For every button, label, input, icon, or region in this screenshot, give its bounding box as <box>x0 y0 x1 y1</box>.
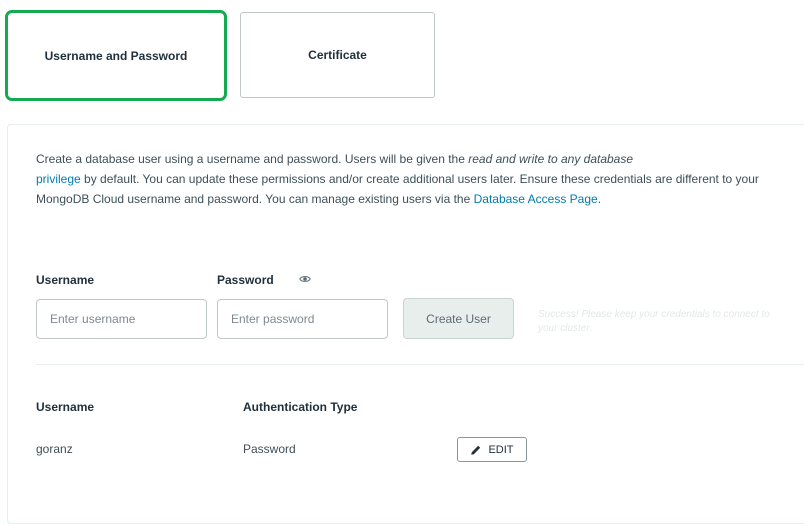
username-input[interactable] <box>36 299 207 339</box>
description-text: by default. You can update these permiss… <box>36 172 759 206</box>
description-text: . <box>597 192 602 206</box>
password-input[interactable] <box>217 299 388 339</box>
description-text: Create a database user using a username … <box>36 152 469 166</box>
privilege-link[interactable]: privilege <box>36 172 81 186</box>
tab-label: Certificate <box>308 48 367 62</box>
edit-label: EDIT <box>488 443 514 456</box>
divider <box>36 364 804 365</box>
username-label: Username <box>36 273 95 287</box>
column-header-authentication-type: Authentication Type <box>243 400 358 414</box>
column-header-username: Username <box>36 400 95 414</box>
success-message: Success! Please keep your credentials to… <box>538 309 770 334</box>
tab-certificate[interactable]: Certificate <box>240 12 435 98</box>
pencil-icon <box>471 445 481 455</box>
tab-username-password[interactable]: Username and Password <box>5 10 227 101</box>
create-user-button[interactable]: Create User <box>403 298 514 339</box>
password-label: Password <box>217 273 274 287</box>
user-auth-type-cell: Password <box>243 442 296 456</box>
auth-description: Create a database user using a username … <box>36 149 776 209</box>
tab-label: Username and Password <box>44 48 188 63</box>
eye-icon[interactable] <box>299 274 311 284</box>
edit-user-button[interactable]: EDIT <box>457 437 527 462</box>
description-emphasis: read and write to any database <box>468 152 634 166</box>
user-username-cell: goranz <box>36 442 73 456</box>
database-access-page-link[interactable]: Database Access Page <box>474 192 598 206</box>
